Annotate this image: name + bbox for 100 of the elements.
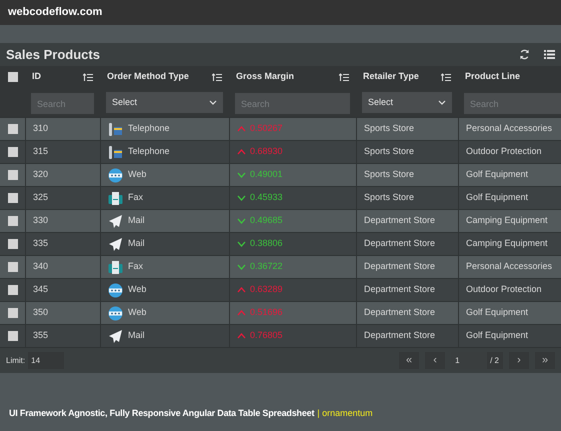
row-checkbox[interactable] [8, 147, 18, 157]
table-cell-text: Personal Accessories [466, 260, 552, 274]
row-checkbox[interactable] [8, 239, 18, 249]
column-header[interactable]: Retailer Type [363, 70, 419, 84]
first-page-button[interactable]: « [399, 352, 420, 369]
table-cell-text: 325 [33, 191, 48, 204]
table-cell-text: Golf Equipment [466, 306, 528, 320]
previous-page-button[interactable]: ‹ [425, 352, 446, 369]
row-checkbox[interactable] [8, 262, 18, 272]
table-cell-text: 345 [33, 283, 48, 296]
globe-icon [108, 282, 123, 298]
table-cell-text: 320 [33, 168, 48, 182]
paper-plane-icon [108, 236, 123, 252]
row-checkbox[interactable] [8, 193, 18, 203]
table-cell-text: Web [128, 168, 146, 182]
row-checkbox[interactable] [8, 331, 18, 341]
sort-icon[interactable] [212, 72, 222, 82]
table-cell-text: 355 [33, 329, 48, 342]
table-cell-text: Mail [128, 214, 145, 228]
last-page-button[interactable]: » [535, 352, 555, 369]
table-cell-text: 0.50267 [250, 122, 283, 136]
table-row[interactable]: 335 Mail 0.38806 Department Store Camping Equipment [0, 232, 561, 255]
row-checkbox[interactable] [8, 285, 18, 295]
telephone-icon [108, 122, 123, 136]
table-cell-text: 0.51696 [250, 306, 283, 320]
site-title[interactable]: webcodeflow.com [8, 4, 102, 21]
table-cell-text: Telephone [128, 145, 170, 158]
table-cell-text: 0.36722 [250, 260, 283, 274]
column-header[interactable]: Product Line [465, 70, 520, 84]
table-cell-text: 0.49001 [250, 168, 283, 182]
page-total: / 2 [490, 354, 499, 366]
table-row[interactable]: 315 Telephone 0.68930 Sports Store Outdoor Protection [0, 140, 561, 163]
table-cell-text: Department Store [364, 237, 436, 250]
globe-icon [108, 168, 123, 182]
table-cell-text: 0.38806 [250, 237, 283, 250]
table-row[interactable]: 310 Telephone 0.50267 Sports Store Personal Accessories [0, 117, 561, 140]
globe-icon [108, 306, 123, 320]
table-cell-text: Mail [128, 329, 145, 342]
telephone-icon [108, 144, 123, 160]
row-checkbox[interactable] [8, 216, 18, 226]
table-row[interactable]: 350 Web 0.51696 Department Store Golf Equipment [0, 301, 561, 324]
fax-icon [108, 190, 123, 206]
caption: UI Framework Agnostic, Fully Responsive Angular Data Table Spreadsheet [9, 406, 314, 420]
filter-select[interactable]: Select [106, 92, 223, 113]
table-row[interactable]: 355 Mail 0.76805 Department Store Golf Equipment [0, 324, 561, 347]
table-cell-text: Fax [128, 191, 144, 204]
sort-icon[interactable] [339, 72, 349, 82]
table-cell-text: Golf Equipment [466, 168, 528, 182]
table-row[interactable]: 340 Fax 0.36722 Department Store Personal Accessories [0, 255, 561, 278]
refresh-icon[interactable] [519, 49, 530, 60]
table-cell-text: Telephone [128, 122, 170, 136]
table-row[interactable]: 320 Web 0.49001 Sports Store Golf Equipment [0, 163, 561, 186]
page-field[interactable]: 1 [451, 352, 488, 369]
table-cell-text: Sports Store [364, 122, 414, 136]
row-checkbox[interactable] [8, 170, 18, 180]
table-cell-text: Department Store [364, 283, 436, 296]
table-cell-text: Personal Accessories [466, 122, 552, 136]
table-cell-text: Department Store [364, 214, 436, 228]
column-header[interactable]: ID [32, 70, 41, 84]
table-cell-text: 350 [33, 306, 48, 320]
sort-icon[interactable] [441, 72, 451, 82]
table-cell-text: Mail [128, 237, 145, 250]
table-cell-text: Fax [128, 260, 144, 274]
row-checkbox[interactable] [8, 72, 18, 82]
next-page-button[interactable]: › [509, 352, 529, 369]
table-cell-text: Sports Store [364, 168, 414, 182]
table-cell-text: Outdoor Protection [466, 145, 542, 158]
column-header[interactable]: Order Method Type [107, 70, 189, 84]
table-cell-text: 330 [33, 214, 48, 228]
limit-field[interactable]: 14 [28, 352, 64, 369]
table-cell-text: Web [128, 306, 146, 320]
table-cell-text: Department Store [364, 260, 436, 274]
table-cell-text: Department Store [364, 306, 436, 320]
table-row[interactable]: 325 Fax 0.45933 Sports Store Golf Equipment [0, 186, 561, 209]
list-icon[interactable] [544, 50, 555, 59]
table-cell-text: 0.49685 [250, 214, 283, 228]
row-checkbox[interactable] [8, 124, 18, 134]
table-cell-text: 335 [33, 237, 48, 250]
table-cell-text: Web [128, 283, 146, 296]
table-cell-text: Department Store [364, 329, 436, 342]
column-header[interactable]: Gross Margin [236, 70, 294, 84]
fax-icon [108, 260, 123, 274]
table-cell-text: Golf Equipment [466, 329, 528, 342]
table-cell-text: Outdoor Protection [466, 283, 542, 296]
table-row[interactable]: 330 Mail 0.49685 Department Store Camping Equipment [0, 209, 561, 232]
sort-icon[interactable] [83, 72, 93, 82]
paper-plane-icon [108, 328, 123, 344]
filter-select[interactable]: Select [362, 92, 452, 113]
table-cell-text: Camping Equipment [466, 237, 548, 250]
table-cell-text: 0.45933 [250, 191, 283, 204]
table-row[interactable]: 345 Web 0.63289 Department Store Outdoor Protection [0, 278, 561, 301]
table-cell-text: Golf Equipment [466, 191, 528, 204]
row-checkbox[interactable] [8, 308, 18, 318]
panel-title: Sales Products [6, 46, 100, 64]
table-cell-text: Sports Store [364, 145, 414, 158]
paper-plane-icon [108, 214, 123, 228]
table-cell-text: Sports Store [364, 191, 414, 204]
chevron-down-icon [438, 100, 446, 105]
caption-link[interactable]: | ornamentum [317, 406, 373, 420]
table-cell-text: Camping Equipment [466, 214, 548, 228]
